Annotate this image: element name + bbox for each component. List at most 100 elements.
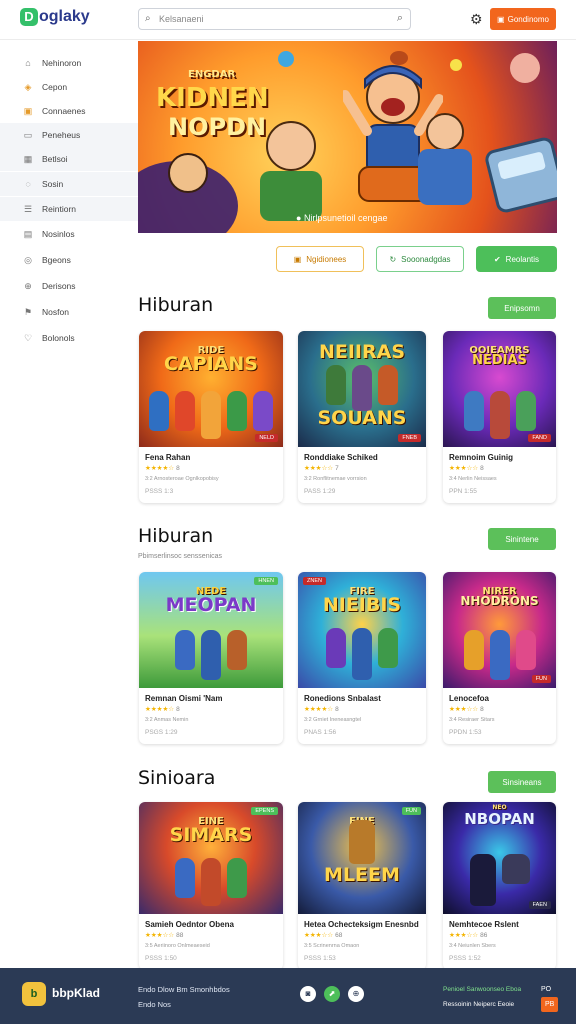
sidebar-item-list-2[interactable]: ▤ Nosinlos: [0, 222, 138, 246]
settings-icon[interactable]: ⚙: [470, 11, 483, 28]
search-icon: ⌕: [145, 13, 151, 24]
sidebar-item-label: Cepon: [42, 82, 68, 92]
sidebar-item-label: Peneheus: [42, 130, 81, 140]
game-card[interactable]: NBOPAN NEO FAEN Nemhtecoe Rslent ★★★☆☆ 86…: [443, 802, 556, 970]
rating-value: ★★★☆☆: [304, 932, 334, 939]
footer-right-row[interactable]: Ressoinin Neiperc Eeoie: [443, 997, 521, 1012]
thumb-characters: [139, 391, 283, 439]
footer-right-row[interactable]: Penioel Sanwoonseo Eboa: [443, 982, 521, 997]
box-icon: ▣: [293, 254, 302, 264]
game-card[interactable]: NEIIRAS SOUANS FNEB Ronddiake Schiked ★★…: [298, 331, 426, 503]
rating-number: 8: [480, 465, 484, 472]
globe-icon[interactable]: ⊕: [348, 986, 364, 1002]
footer-logo[interactable]: b: [22, 982, 46, 1006]
hero-action-button-3[interactable]: ✔ Reolantis: [476, 246, 557, 272]
game-description: 3:5 Aeriinoro Onlmeaeseid: [145, 943, 210, 949]
logo-mark: D: [20, 8, 38, 26]
sidebar-item-user[interactable]: ◎ Bgeons: [0, 248, 138, 272]
game-meta: PSSS 1:3: [145, 488, 174, 495]
header-cta-button[interactable]: ▣ Gondinomo: [490, 8, 556, 30]
rating-number: 86: [480, 932, 488, 939]
game-card[interactable]: RIDE CAPIANS NELD Fena Rahan ★★★★☆ 8 3:2 …: [139, 331, 283, 503]
game-card[interactable]: NIRER NHODRONS FUN Lenocefoa ★★★☆☆ 8 3:4 …: [443, 572, 556, 744]
file-icon: ▭: [23, 129, 33, 140]
hero-action-label: Reolantis: [505, 254, 540, 264]
game-meta: PASS 1:29: [304, 488, 336, 495]
thumb-characters: [139, 630, 283, 680]
game-thumbnail: FIRE NIEIBIS ZNEN: [298, 572, 426, 688]
search-placeholder: Kelsanaeni: [159, 14, 204, 24]
sidebar-item-flag[interactable]: ⚑ Nosfon: [0, 300, 138, 324]
game-title: Hetea Ochecteksigm Enesnbd: [304, 920, 419, 929]
game-title: Remnan Oismi 'Nam: [145, 694, 223, 703]
game-title: Samieh Oedntor Obena: [145, 920, 234, 929]
footer-tag-pill[interactable]: PB: [541, 997, 559, 1012]
rating-value: ★★★☆☆: [304, 465, 334, 472]
thumb-characters: [443, 854, 556, 906]
hero-title-small: ENGDAR: [188, 69, 236, 80]
rating-number: 8: [176, 706, 180, 713]
chat-icon: ◌: [25, 179, 31, 189]
section-more-button[interactable]: Sinsineans: [488, 771, 556, 793]
game-description: 3:5 Scrinenrna Omaon: [304, 943, 360, 949]
thumb-badge: FUN: [531, 675, 551, 683]
sidebar-item-heart[interactable]: ♡ Bolonols: [0, 326, 138, 350]
game-description: 3:4 Neiunlen Sbers: [449, 943, 496, 949]
game-meta: PSSS 1:50: [145, 955, 177, 962]
hero-action-label: Sooonadgdas: [401, 254, 451, 264]
game-description: 3:2 Anmas Nemin: [145, 717, 189, 723]
sidebar-item-grid[interactable]: ▦ Betlsoi: [0, 147, 138, 171]
game-card[interactable]: FIRE NIEIBIS ZNEN Ronedions Snbalast ★★★…: [298, 572, 426, 744]
sidebar-item-label: Nosinlos: [42, 229, 75, 239]
thumb-title: CAPIANS: [164, 353, 258, 375]
hero-title-line2: NOPDN: [168, 113, 267, 141]
share-icon[interactable]: ⬈: [324, 986, 340, 1002]
game-title: Lenocefoa: [449, 694, 490, 703]
hero-action-button-2[interactable]: ↻ Sooonadgdas: [376, 246, 464, 272]
sidebar-item-gift[interactable]: ▣ Connaenes: [0, 99, 138, 123]
camera-icon[interactable]: ◙: [300, 986, 316, 1002]
footer-link-row[interactable]: Endo Nos: [138, 997, 230, 1012]
globe-icon: ⊕: [24, 280, 32, 291]
game-card[interactable]: EINE MLEEM FUN Hetea Ochecteksigm Enesnb…: [298, 802, 426, 970]
thumb-badge: FUN: [401, 807, 421, 815]
section-title: Hiburan: [138, 525, 214, 547]
game-thumbnail: NEIIRAS SOUANS FNEB: [298, 331, 426, 447]
home-icon: ⌂: [25, 58, 31, 68]
thumb-characters: [298, 365, 426, 411]
brand-logo[interactable]: D oglaky: [20, 8, 90, 26]
game-thumbnail: NBOPAN NEO FAEN: [443, 802, 556, 914]
list-icon: ▤: [23, 228, 33, 239]
hero-character-left-face: [168, 153, 208, 193]
sidebar-item-chat[interactable]: ◌ Sosin: [0, 172, 138, 196]
game-card[interactable]: EINE SIMARS EPENS Samieh Oedntor Obena ★…: [139, 802, 283, 970]
game-meta: PSSS 1:52: [449, 955, 481, 962]
hero-bus-vehicle: [483, 135, 557, 215]
hero-action-button-1[interactable]: ▣ Ngidionees: [276, 246, 364, 272]
footer-tag[interactable]: PO: [541, 982, 558, 997]
game-card[interactable]: NEDE MEOPAN HNEN Remnan Oismi 'Nam ★★★★☆…: [139, 572, 283, 744]
game-card[interactable]: OOIEAMRS NEDIAS FAND Remnoim Guinig ★★★☆…: [443, 331, 556, 503]
search-submit-icon[interactable]: ⌕: [397, 12, 403, 25]
hero-caption-text: Nirlpsunetioil cengae: [303, 213, 388, 223]
rating-value: ★★★☆☆: [449, 465, 479, 472]
cta-icon: ▣: [497, 14, 505, 24]
thumb-characters: [139, 858, 283, 906]
sidebar-item-label: Bolonols: [42, 333, 75, 343]
sidebar-item-file[interactable]: ▭ Peneheus: [0, 123, 138, 147]
rating-number: 88: [176, 932, 184, 939]
sidebar-item-label: Nehinoron: [42, 58, 82, 68]
social-links: ◙ ⬈ ⊕: [300, 986, 364, 1002]
grid-icon: ▦: [23, 153, 33, 164]
game-thumbnail: EINE SIMARS EPENS: [139, 802, 283, 914]
search-input[interactable]: ⌕ Kelsanaeni ⌕: [138, 8, 411, 30]
sidebar-item-list[interactable]: ☰ Reintiorn: [0, 197, 138, 221]
sidebar-item-tag[interactable]: ◈ Cepon: [0, 75, 138, 99]
sidebar-item-globe[interactable]: ⊕ Derisons: [0, 274, 138, 298]
hero-caption: ● Nirlpsunetioil cengae: [296, 213, 388, 223]
section-more-button[interactable]: Sinintene: [488, 528, 556, 550]
sidebar-item-home[interactable]: ⌂ Nehinoron: [0, 51, 138, 75]
section-more-button[interactable]: Enipsomn: [488, 297, 556, 319]
hero-banner[interactable]: ENGDAR KIDNEN NOPDN ● Nirlpsunetioil cen…: [138, 41, 557, 233]
footer-link-row[interactable]: Endo Dlow Bm Smonhbdos: [138, 982, 230, 997]
